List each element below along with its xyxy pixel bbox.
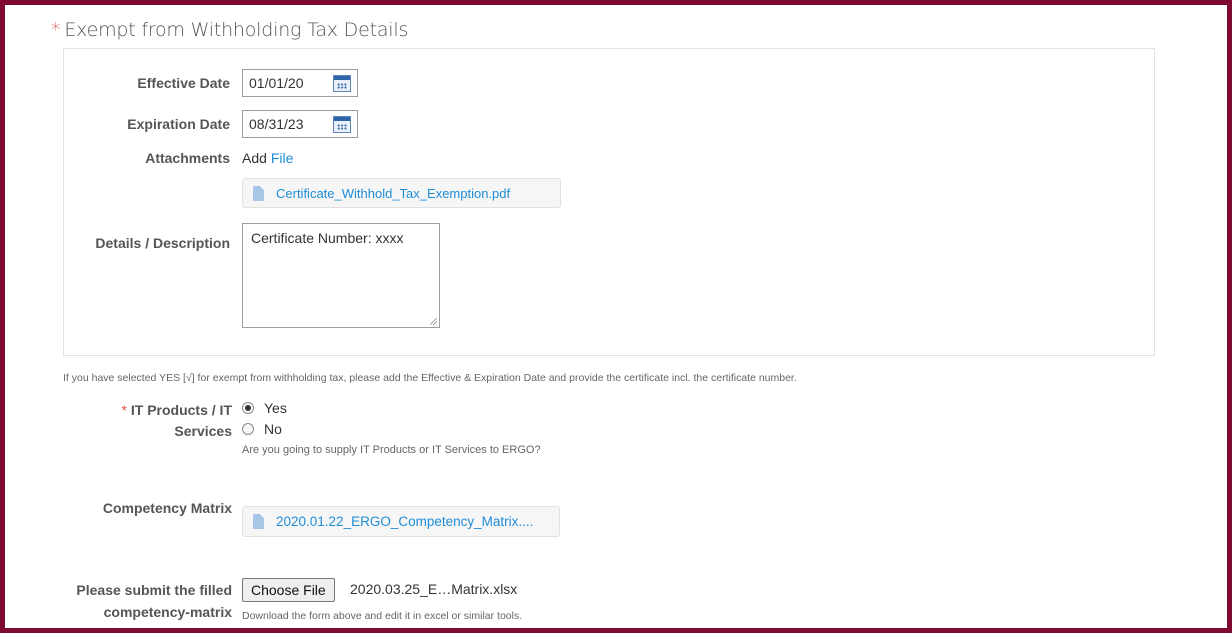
required-marker: * bbox=[121, 402, 127, 418]
radio-no-label: No bbox=[264, 421, 282, 437]
document-icon bbox=[253, 514, 264, 529]
radio-no[interactable]: No bbox=[242, 421, 282, 437]
chosen-file-name: 2020.03.25_E…Matrix.xlsx bbox=[350, 581, 518, 597]
add-text: Add bbox=[242, 150, 267, 166]
expiration-date-value: 08/31/23 bbox=[249, 116, 304, 132]
attachments-add: Add File bbox=[242, 150, 293, 166]
required-marker: * bbox=[51, 19, 61, 41]
radio-yes-button[interactable] bbox=[242, 402, 254, 414]
it-products-hint: Are you going to supply IT Products or I… bbox=[242, 444, 541, 456]
exempt-hint: If you have selected YES [√] for exempt … bbox=[63, 372, 797, 384]
competency-matrix-label: Competency Matrix bbox=[102, 500, 232, 516]
expiration-date-label: Expiration Date bbox=[127, 116, 230, 132]
attachment-file-link[interactable]: Certificate_Withhold_Tax_Exemption.pdf bbox=[276, 186, 510, 201]
radio-yes-label: Yes bbox=[264, 400, 287, 416]
submit-matrix-hint: Download the form above and edit it in e… bbox=[242, 610, 523, 622]
radio-no-button[interactable] bbox=[242, 423, 254, 435]
it-products-label-line1: IT Products / IT bbox=[130, 402, 232, 418]
choose-file-button[interactable]: Choose File bbox=[242, 578, 335, 602]
calendar-icon[interactable] bbox=[333, 115, 351, 133]
section-title-text: Exempt from Withholding Tax Details bbox=[64, 19, 409, 41]
competency-matrix-attachment: 2020.01.22_ERGO_Competency_Matrix.... bbox=[242, 506, 560, 537]
details-label: Details / Description bbox=[95, 235, 230, 251]
document-icon bbox=[253, 185, 264, 201]
resize-handle-icon[interactable] bbox=[430, 318, 437, 325]
effective-date-value: 01/01/20 bbox=[249, 75, 304, 91]
radio-yes[interactable]: Yes bbox=[242, 400, 287, 416]
tax-details-panel bbox=[63, 48, 1155, 356]
submit-matrix-label: Please submit the filled competency-matr… bbox=[40, 579, 232, 623]
attachment-item: Certificate_Withhold_Tax_Exemption.pdf bbox=[242, 178, 561, 208]
attachments-label: Attachments bbox=[145, 150, 230, 166]
expiration-date-field[interactable]: 08/31/23 bbox=[242, 110, 358, 138]
submit-matrix-label-line1: Please submit the filled bbox=[76, 582, 232, 598]
competency-matrix-file-link[interactable]: 2020.01.22_ERGO_Competency_Matrix.... bbox=[276, 514, 533, 529]
effective-date-field[interactable]: 01/01/20 bbox=[242, 69, 358, 97]
effective-date-label: Effective Date bbox=[137, 75, 230, 91]
add-file-link[interactable]: File bbox=[271, 150, 294, 166]
it-products-label-line2: Services bbox=[174, 423, 232, 439]
calendar-icon[interactable] bbox=[333, 74, 351, 92]
section-title: * Exempt from Withholding Tax Details bbox=[51, 19, 408, 41]
details-value: Certificate Number: xxxx bbox=[251, 230, 404, 246]
submit-matrix-label-line2: competency-matrix bbox=[103, 604, 232, 620]
it-products-label: * IT Products / IT Services bbox=[60, 400, 232, 442]
details-textarea[interactable]: Certificate Number: xxxx bbox=[242, 223, 440, 328]
